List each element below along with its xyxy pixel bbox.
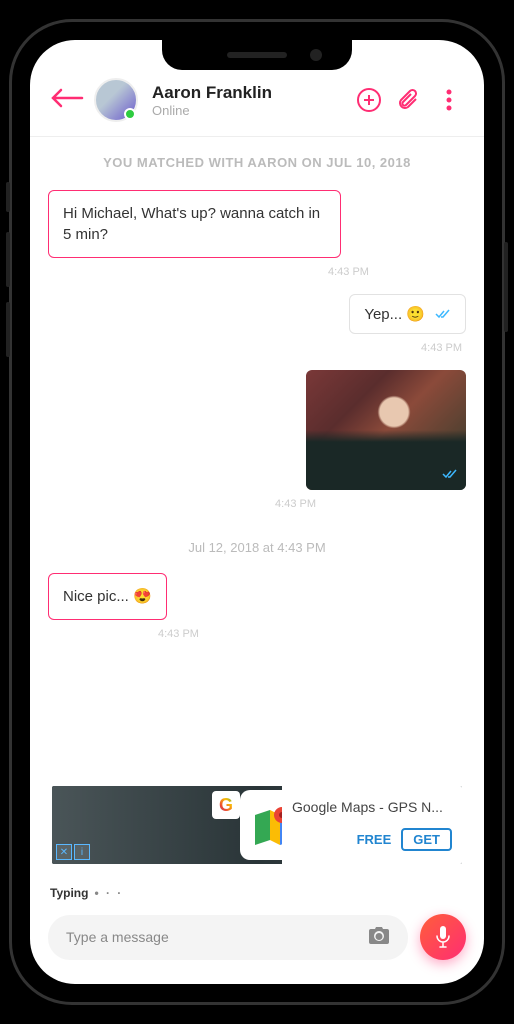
chat-area[interactable]: YOU MATCHED WITH AARON ON JUL 10, 2018 H…: [30, 137, 484, 876]
volume-up: [6, 232, 10, 287]
ad-info: Google Maps - GPS N... FREE GET: [282, 786, 462, 864]
match-banner: YOU MATCHED WITH AARON ON JUL 10, 2018: [48, 155, 466, 170]
attachment-button[interactable]: [394, 88, 424, 112]
typing-label: Typing: [50, 886, 88, 900]
notch: [162, 40, 352, 70]
contact-name: Aaron Franklin: [152, 83, 344, 103]
message-time: 4:43 PM: [158, 628, 199, 640]
ad-title: Google Maps - GPS N...: [292, 799, 452, 815]
read-receipt-icon: [435, 307, 451, 322]
typing-dots-icon: • · ·: [94, 886, 123, 900]
camera-icon[interactable]: [368, 927, 390, 948]
status-label: Online: [152, 103, 344, 118]
google-badge-icon: G: [212, 791, 240, 819]
message-outgoing: Yep... 🙂: [349, 294, 466, 334]
message-time: 4:43 PM: [328, 266, 369, 278]
message-text: Nice pic... 😍: [63, 588, 152, 605]
voice-button[interactable]: [420, 914, 466, 960]
date-separator: Jul 12, 2018 at 4:43 PM: [48, 540, 466, 555]
power-button: [504, 242, 508, 332]
message-text: Hi Michael, What's up? wanna catch in 5 …: [63, 205, 320, 243]
read-receipt-icon: [442, 466, 458, 484]
volume-down: [6, 302, 10, 357]
more-button[interactable]: [434, 89, 464, 111]
message-time: 4:43 PM: [275, 498, 316, 510]
ad-controls: ✕ i: [56, 844, 90, 860]
message-text: Yep... 🙂: [364, 305, 425, 323]
message-photo[interactable]: [306, 370, 466, 490]
message-time: 4:43 PM: [421, 342, 462, 354]
message-incoming: Hi Michael, What's up? wanna catch in 5 …: [48, 190, 341, 258]
add-button[interactable]: [354, 87, 384, 113]
ad-content: G Google Maps - GPS N... FREE GET ✕ i: [52, 786, 462, 864]
screen: Aaron Franklin Online YOU MATCHED WITH A…: [30, 40, 484, 984]
back-button[interactable]: [50, 87, 84, 114]
speaker: [227, 52, 287, 58]
message-input[interactable]: Type a message: [48, 915, 408, 960]
input-bar: Type a message: [30, 906, 484, 984]
phone-frame: Aaron Franklin Online YOU MATCHED WITH A…: [12, 22, 502, 1002]
online-indicator: [124, 108, 136, 120]
mute-switch: [6, 182, 10, 212]
ad-info-button[interactable]: i: [74, 844, 90, 860]
typing-indicator: Typing • · ·: [30, 876, 484, 906]
message-incoming: Nice pic... 😍: [48, 573, 167, 620]
ad-price-label: FREE: [357, 832, 392, 847]
ad-close-button[interactable]: ✕: [56, 844, 72, 860]
avatar[interactable]: [94, 78, 138, 122]
header-text: Aaron Franklin Online: [152, 83, 344, 118]
ad-get-button[interactable]: GET: [401, 828, 452, 851]
input-placeholder: Type a message: [66, 929, 169, 945]
ad-banner[interactable]: G Google Maps - GPS N... FREE GET ✕ i: [52, 786, 462, 864]
front-camera: [310, 49, 322, 61]
